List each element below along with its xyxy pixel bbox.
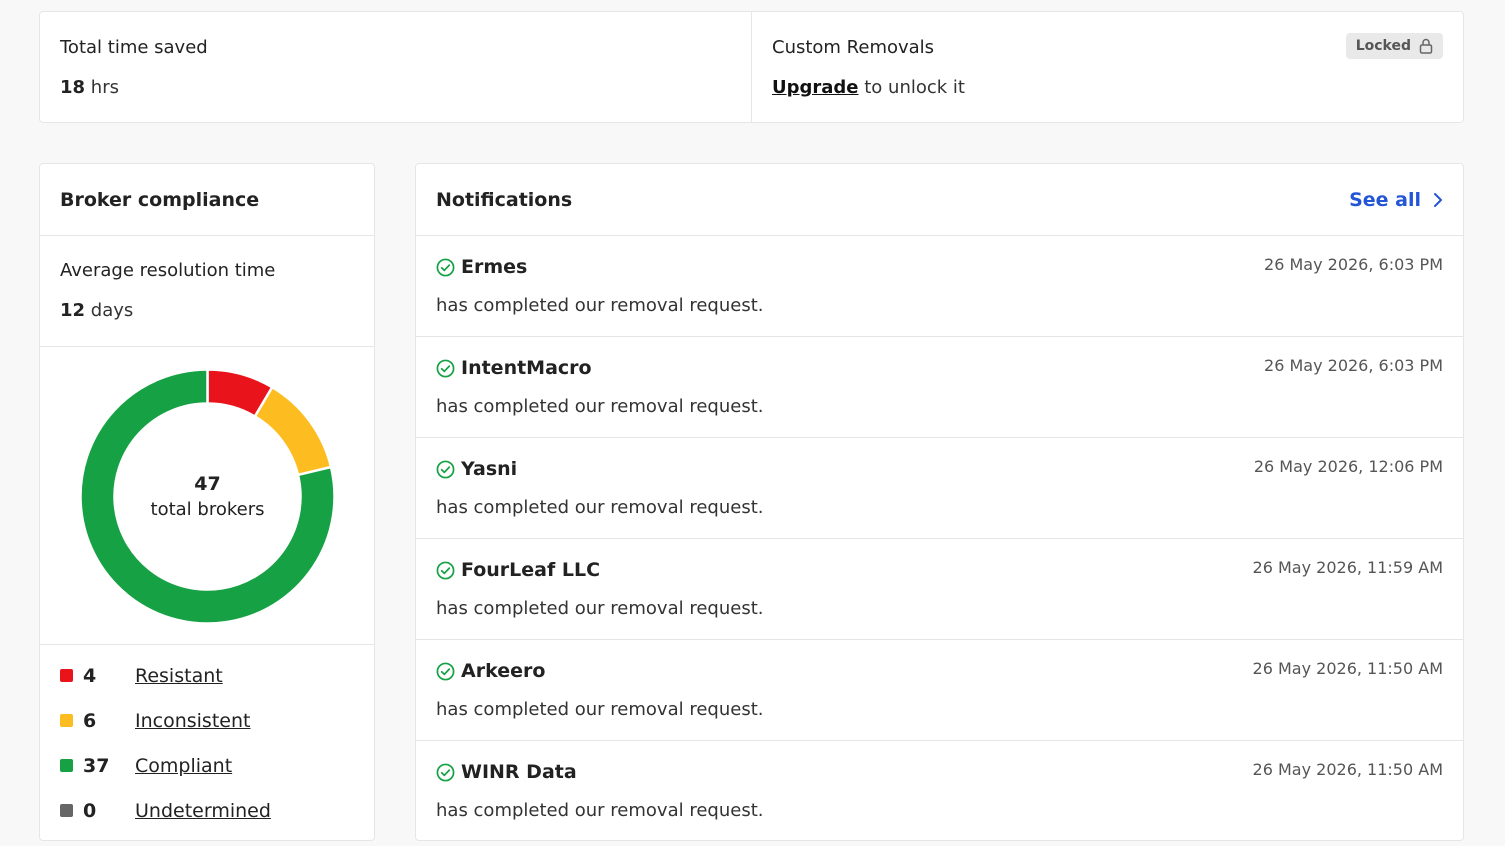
notification-message: has completed our removal request. <box>436 396 764 417</box>
legend-item-inconsistent: 6 Inconsistent <box>60 698 354 743</box>
legend: 4 Resistant 6 Inconsistent 37 Compliant … <box>40 645 374 833</box>
see-all-label: See all <box>1349 188 1421 211</box>
legend-link-inconsistent[interactable]: Inconsistent <box>135 710 250 732</box>
upgrade-suffix: to unlock it <box>864 77 965 98</box>
legend-count: 6 <box>83 709 97 732</box>
notifications-header: Notifications See all <box>416 164 1463 236</box>
lock-icon <box>1419 38 1433 54</box>
legend-swatch <box>60 759 73 772</box>
notification-time: 26 May 2026, 11:50 AM <box>1252 760 1443 779</box>
check-circle-icon <box>436 763 455 781</box>
time-saved-section: Total time saved 18 hrs <box>40 12 752 122</box>
resolution-label: Average resolution time <box>60 260 276 281</box>
notification-message: has completed our removal request. <box>436 598 764 619</box>
notification-item: IntentMacro 26 May 2026, 6:03 PM has com… <box>416 337 1463 438</box>
resolution-value: 12 <box>60 300 86 321</box>
time-saved-stat: 18 hrs <box>60 76 731 100</box>
legend-swatch <box>60 714 73 727</box>
legend-count: 37 <box>83 754 110 777</box>
notification-item: FourLeaf LLC 26 May 2026, 11:59 AM has c… <box>416 539 1463 640</box>
legend-count: 0 <box>83 799 97 822</box>
notification-broker-name: Ermes <box>461 256 528 278</box>
notification-time: 26 May 2026, 11:50 AM <box>1252 659 1443 678</box>
custom-removals-section: Custom Removals Upgrade to unlock it Loc… <box>752 12 1463 122</box>
check-circle-icon <box>436 460 455 478</box>
notification-item: Ermes 26 May 2026, 6:03 PM has completed… <box>416 236 1463 337</box>
notification-item: Arkeero 26 May 2026, 11:50 AM has comple… <box>416 640 1463 741</box>
notifications-title: Notifications <box>436 188 573 211</box>
see-all-link[interactable]: See all <box>1349 189 1443 211</box>
legend-swatch <box>60 804 73 817</box>
time-saved-unit: hrs <box>90 77 119 98</box>
legend-swatch <box>60 669 73 682</box>
notification-item: Yasni 26 May 2026, 12:06 PM has complete… <box>416 438 1463 539</box>
broker-compliance-card: Broker compliance Average resolution tim… <box>39 163 375 841</box>
notifications-card: Notifications See all Ermes 26 May 2026,… <box>415 163 1464 841</box>
notification-item: WINR Data 26 May 2026, 11:50 AM has comp… <box>416 741 1463 840</box>
summary-card: Total time saved 18 hrs Custom Removals … <box>39 11 1464 123</box>
check-circle-icon <box>436 561 455 579</box>
locked-badge: Locked <box>1345 33 1443 59</box>
donut-section: 47 total brokers <box>40 347 374 645</box>
upgrade-link[interactable]: Upgrade <box>772 77 859 98</box>
notification-message: has completed our removal request. <box>436 800 764 821</box>
notification-broker-name: Arkeero <box>461 660 546 682</box>
legend-item-resistant: 4 Resistant <box>60 653 354 698</box>
notification-message: has completed our removal request. <box>436 295 764 316</box>
broker-compliance-title: Broker compliance <box>40 164 374 236</box>
locked-badge-label: Locked <box>1355 38 1411 54</box>
resolution-unit: days <box>90 300 134 321</box>
legend-count: 4 <box>83 664 97 687</box>
total-brokers-value: 47 <box>194 472 221 495</box>
notification-time: 26 May 2026, 6:03 PM <box>1264 255 1443 274</box>
legend-link-undetermined[interactable]: Undetermined <box>135 800 271 822</box>
legend-item-compliant: 37 Compliant <box>60 743 354 788</box>
notification-broker-name: IntentMacro <box>461 357 592 379</box>
legend-link-resistant[interactable]: Resistant <box>135 665 223 687</box>
notification-broker-name: Yasni <box>461 458 518 480</box>
check-circle-icon <box>436 359 455 377</box>
legend-link-compliant[interactable]: Compliant <box>135 755 232 777</box>
legend-item-undetermined: 0 Undetermined <box>60 788 354 833</box>
check-circle-icon <box>436 662 455 680</box>
notification-broker-name: FourLeaf LLC <box>461 559 601 581</box>
time-saved-label: Total time saved <box>60 37 208 58</box>
upgrade-stat: Upgrade to unlock it <box>772 76 1443 100</box>
custom-removals-label: Custom Removals <box>772 37 935 58</box>
notification-time: 26 May 2026, 11:59 AM <box>1252 558 1443 577</box>
resolution-section: Average resolution time 12 days <box>40 236 374 347</box>
notification-broker-name: WINR Data <box>461 761 577 783</box>
notification-message: has completed our removal request. <box>436 497 764 518</box>
time-saved-value: 18 <box>60 77 86 98</box>
resolution-stat: 12 days <box>60 299 354 323</box>
notification-message: has completed our removal request. <box>436 699 764 720</box>
total-brokers-label: total brokers <box>150 498 265 520</box>
notification-time: 26 May 2026, 12:06 PM <box>1253 457 1443 476</box>
chevron-right-icon <box>1434 192 1442 207</box>
notification-time: 26 May 2026, 6:03 PM <box>1264 356 1443 375</box>
check-circle-icon <box>436 258 455 276</box>
donut-center: 47 total brokers <box>80 369 335 624</box>
